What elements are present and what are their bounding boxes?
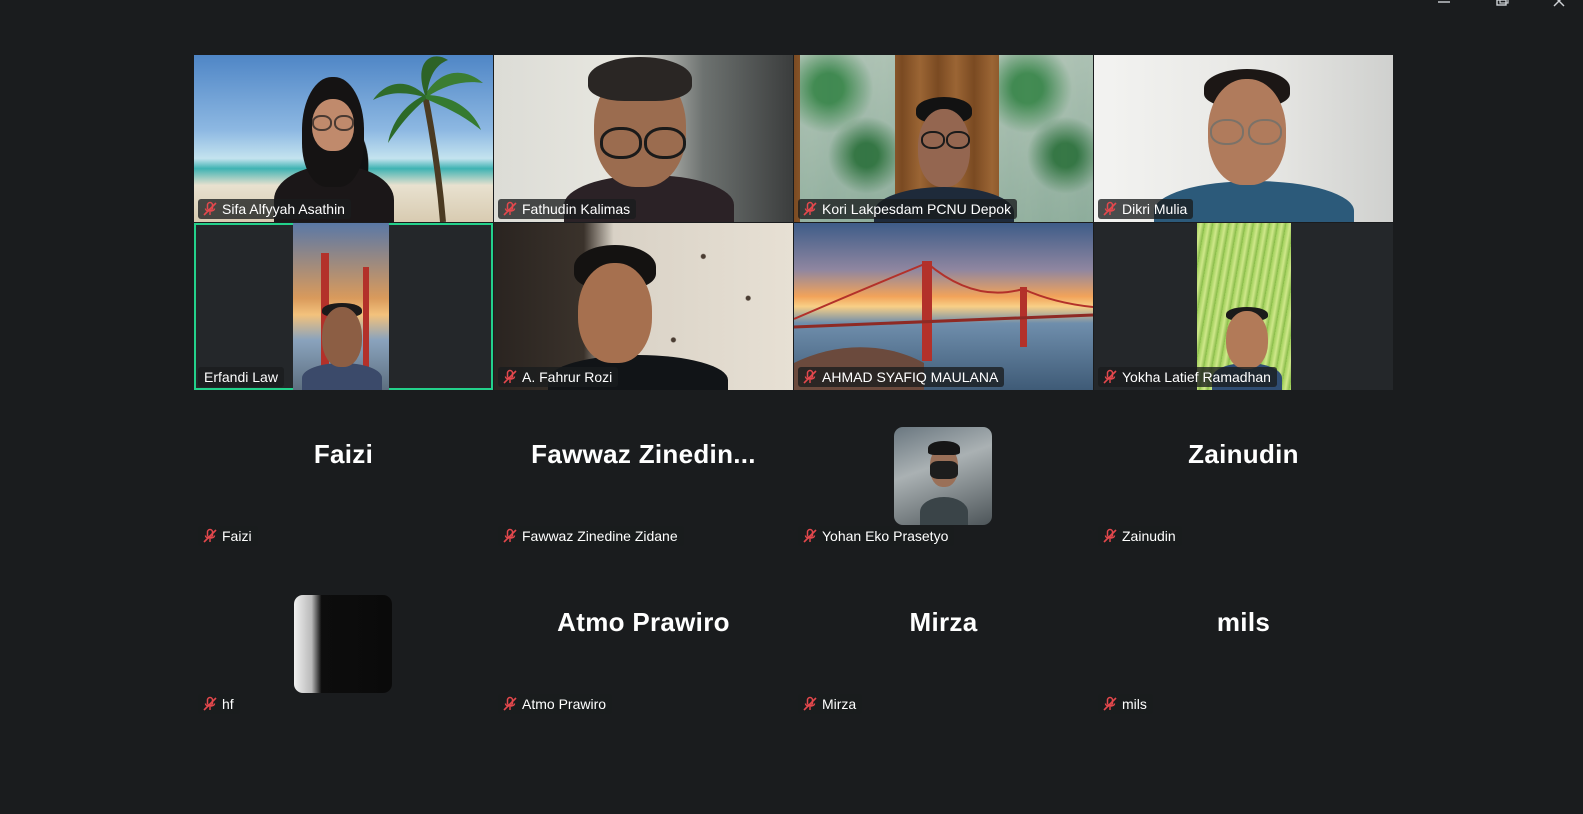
participant-nametag: Fathudin Kalimas [498, 199, 637, 219]
mic-muted-icon [803, 369, 817, 384]
participant-tile[interactable]: Zainudin Zainudin [1094, 391, 1393, 558]
mic-muted-icon [203, 528, 217, 543]
participant-nametag: hf [198, 694, 240, 714]
mic-muted-icon [1103, 528, 1117, 543]
participant-name: Fathudin Kalimas [522, 201, 631, 217]
participant-tile[interactable]: A. Fahrur Rozi [494, 223, 793, 390]
meeting-gallery-view: Sifa Alfyyah Asathin Fathudin Kalimas Ko… [0, 0, 1583, 814]
participant-display-name: mils [1216, 607, 1271, 637]
participant-name: A. Fahrur Rozi [522, 369, 613, 385]
mic-muted-icon [803, 696, 817, 711]
participant-tile[interactable]: mils mils [1094, 559, 1393, 726]
participant-name: Kori Lakpesdam PCNU Depok [822, 201, 1012, 217]
participant-tile[interactable]: Faizi Faizi [194, 391, 493, 558]
participant-video [302, 303, 382, 390]
mic-muted-icon [203, 696, 217, 711]
mic-muted-icon [503, 201, 517, 216]
mic-muted-icon [803, 528, 817, 543]
mic-muted-icon [1103, 201, 1117, 216]
participant-tile-active-speaker[interactable]: Erfandi Law [194, 223, 493, 390]
mic-muted-icon [1103, 696, 1117, 711]
participant-nametag: Zainudin [1098, 526, 1182, 546]
participant-nametag: Faizi [198, 526, 258, 546]
participant-nametag: AHMAD SYAFIQ MAULANA [798, 367, 1005, 387]
participant-name: Faizi [222, 528, 252, 544]
participant-name: Yohan Eko Prasetyo [822, 528, 949, 544]
participant-display-name: Zainudin [1188, 439, 1299, 469]
participant-nametag: Yokha Latief Ramadhan [1098, 367, 1277, 387]
participant-name: Zainudin [1122, 528, 1176, 544]
participant-name: mils [1122, 696, 1147, 712]
no-video-row: hf Atmo Prawiro Atmo Prawiro Mirza Mirza… [194, 559, 1394, 726]
window-controls [1435, 0, 1569, 12]
participant-name: Fawwaz Zinedine Zidane [522, 528, 678, 544]
participant-tile[interactable]: Fawwaz Zinedin... Fawwaz Zinedine Zidane [494, 391, 793, 558]
participant-display-name: Mirza [909, 607, 978, 637]
participant-name: hf [222, 696, 234, 712]
participant-nametag: Mirza [798, 694, 863, 714]
participant-tile[interactable]: Yokha Latief Ramadhan [1094, 223, 1393, 390]
participant-video [564, 55, 734, 222]
participant-tile[interactable]: Dikri Mulia [1094, 55, 1393, 222]
mic-muted-icon [503, 696, 517, 711]
avatar [894, 427, 992, 525]
mic-muted-icon [203, 201, 217, 216]
bridge-cables [794, 261, 1093, 390]
participant-nametag: Dikri Mulia [1098, 199, 1194, 219]
participant-tile[interactable]: Fathudin Kalimas [494, 55, 793, 222]
participant-name: Mirza [822, 696, 857, 712]
avatar [294, 595, 392, 693]
minimize-icon[interactable] [1435, 0, 1453, 12]
mic-muted-icon [803, 201, 817, 216]
participant-nametag: A. Fahrur Rozi [498, 367, 619, 387]
participant-tile[interactable]: hf [194, 559, 493, 726]
participant-nametag: Kori Lakpesdam PCNU Depok [798, 199, 1018, 219]
participant-tile[interactable]: Sifa Alfyyah Asathin [194, 55, 493, 222]
participant-name: Erfandi Law [204, 369, 278, 385]
restore-icon[interactable] [1493, 0, 1511, 12]
participant-display-name: Atmo Prawiro [557, 607, 730, 637]
participant-tile[interactable]: Yohan Eko Prasetyo [794, 391, 1093, 558]
participant-nametag: Sifa Alfyyah Asathin [198, 199, 351, 219]
no-video-row: Faizi Faizi Fawwaz Zinedin... Fawwaz Zin… [194, 391, 1394, 558]
video-row: Erfandi Law A. Fahrur Rozi AHMAD SYAFIQ … [194, 223, 1394, 390]
mic-muted-icon [503, 528, 517, 543]
participant-display-name: Faizi [313, 439, 374, 469]
participant-nametag: Atmo Prawiro [498, 694, 613, 714]
participant-display-name: Fawwaz Zinedin... [531, 439, 756, 469]
participant-nametag: Yohan Eko Prasetyo [798, 526, 955, 546]
participant-grid: Sifa Alfyyah Asathin Fathudin Kalimas Ko… [194, 55, 1394, 727]
participant-name: Sifa Alfyyah Asathin [222, 201, 345, 217]
video-row: Sifa Alfyyah Asathin Fathudin Kalimas Ko… [194, 55, 1394, 222]
close-icon[interactable] [1551, 0, 1569, 12]
participant-tile[interactable]: Atmo Prawiro Atmo Prawiro [494, 559, 793, 726]
participant-nametag: mils [1098, 694, 1153, 714]
participant-tile[interactable]: AHMAD SYAFIQ MAULANA [794, 223, 1093, 390]
mic-muted-icon [1103, 369, 1117, 384]
participant-nametag: Fawwaz Zinedine Zidane [498, 526, 684, 546]
mic-muted-icon [503, 369, 517, 384]
participant-tile[interactable]: Kori Lakpesdam PCNU Depok [794, 55, 1093, 222]
participant-name: Dikri Mulia [1122, 201, 1188, 217]
participant-tile[interactable]: Mirza Mirza [794, 559, 1093, 726]
participant-nametag: Erfandi Law [198, 367, 284, 387]
participant-name: Atmo Prawiro [522, 696, 607, 712]
participant-name: Yokha Latief Ramadhan [1122, 369, 1271, 385]
participant-name: AHMAD SYAFIQ MAULANA [822, 369, 999, 385]
